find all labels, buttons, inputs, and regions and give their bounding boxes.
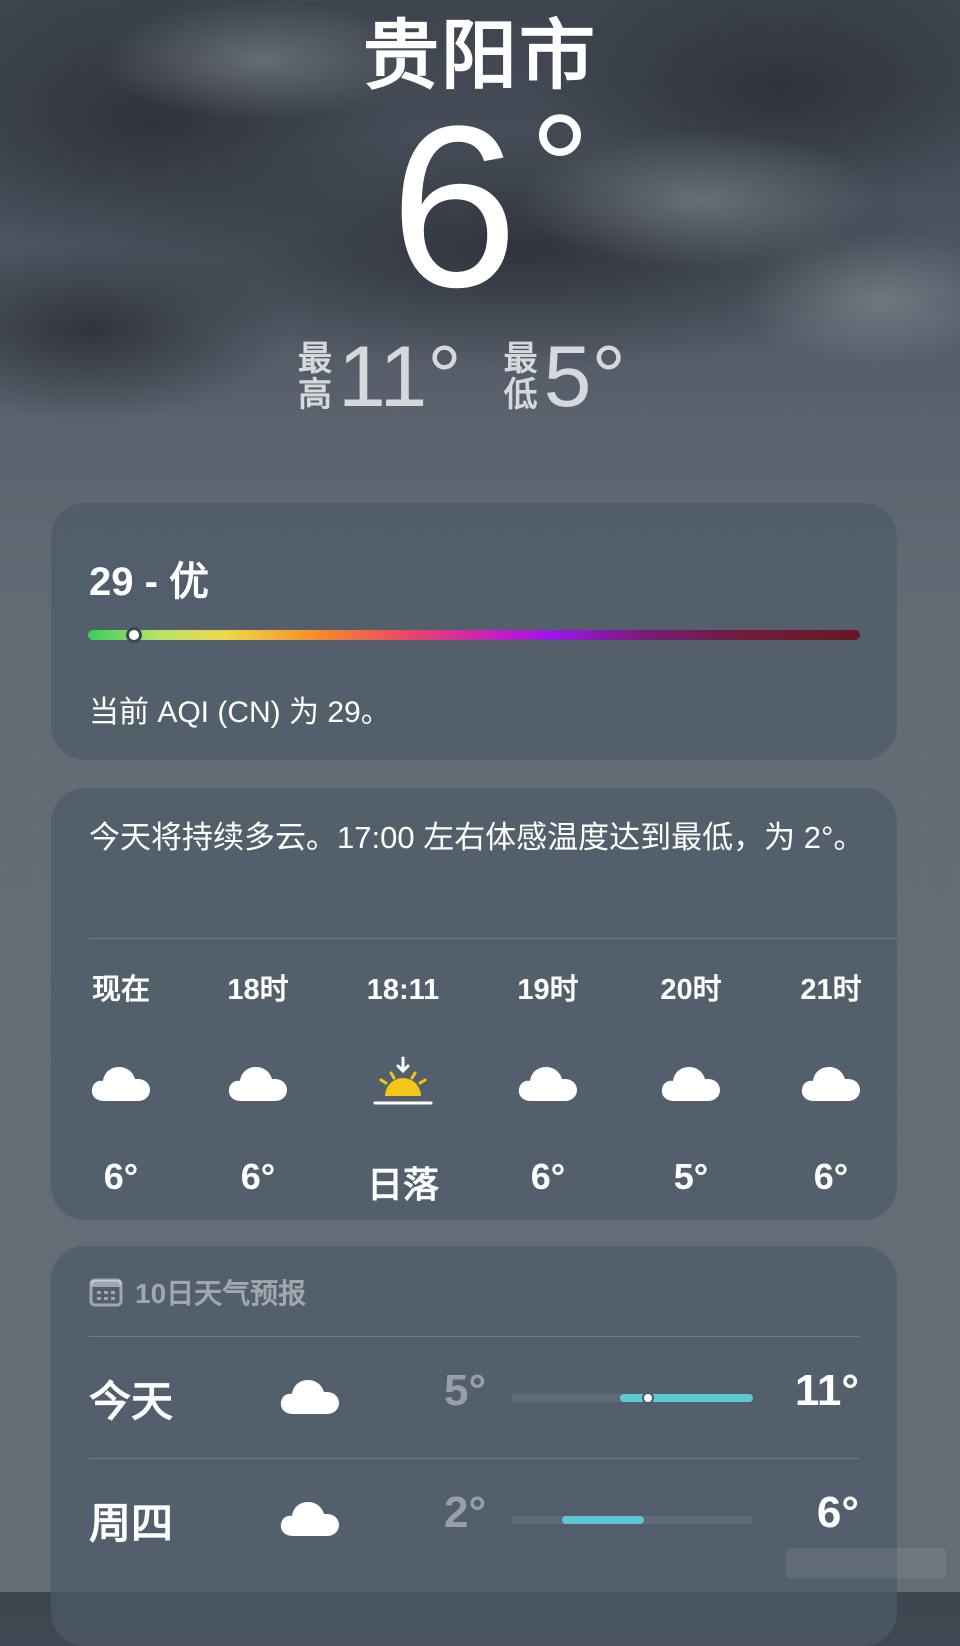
hourly-item: 19时 6° — [478, 958, 618, 1198]
current-temperature-value: 6 — [390, 78, 518, 335]
low-label-char-2: 低 — [503, 376, 538, 414]
aqi-headline: 29 - 优 — [89, 560, 210, 604]
air-quality-card[interactable]: 29 - 优 当前 AQI (CN) 为 29。 — [51, 503, 897, 760]
daily-row[interactable]: 周四 2° 6° — [89, 1460, 859, 1580]
forecast-summary: 今天将持续多云。17:00 左右体感温度达到最低，为 2°。 — [89, 820, 865, 855]
low-label: 最 低 — [504, 341, 538, 413]
current-temperature: 6 ° — [390, 92, 590, 322]
temperature-range-track — [511, 1516, 753, 1524]
calendar-icon — [89, 1278, 123, 1307]
aqi-scale-bar — [88, 627, 860, 643]
hourly-temperature: 6° — [103, 1156, 139, 1197]
hourly-time-label: 20时 — [660, 974, 722, 1006]
cloud-icon — [279, 1374, 341, 1421]
daily-row-divider — [89, 1458, 859, 1459]
hourly-time-label: 现在 — [91, 974, 150, 1006]
hourly-time-label: 18时 — [227, 974, 289, 1006]
hourly-item: 18时 6° — [188, 958, 328, 1198]
hourly-temperature: 日落 — [366, 1164, 439, 1205]
daily-high-temp: 11° — [794, 1366, 859, 1415]
daily-high-temp: 6° — [816, 1488, 859, 1537]
watermark — [786, 1548, 946, 1578]
hourly-time-label: 18:11 — [366, 974, 440, 1006]
high-low-temperatures: 最 高 11° 最 低 5° — [298, 332, 668, 422]
degree-symbol: ° — [530, 83, 590, 251]
daily-row[interactable]: 今天 5° 11° — [89, 1338, 859, 1458]
temperature-range-track — [511, 1392, 753, 1404]
hourly-item: 20时 5° — [621, 958, 761, 1198]
daily-day-label: 周四 — [89, 1500, 174, 1547]
cloud-icon — [621, 1052, 761, 1112]
ten-day-forecast-card[interactable]: 10日天气预报 今天 5° 11° 周四 2° 6° — [51, 1246, 897, 1646]
hourly-temperature: 5° — [673, 1156, 709, 1197]
high-label-char-1: 最 — [298, 340, 332, 378]
high-temperature: 11° — [338, 329, 462, 425]
ten-day-title: 10日天气预报 — [135, 1278, 307, 1309]
cloud-icon — [478, 1052, 618, 1112]
hourly-item: 现在 6° — [51, 958, 191, 1198]
current-weather-header: 贵阳市 6 ° 最 高 11° 最 低 5° — [0, 0, 960, 430]
cloud-icon — [279, 1496, 341, 1543]
aqi-description: 当前 AQI (CN) 为 29。 — [89, 696, 391, 729]
hourly-divider — [89, 938, 897, 939]
hourly-forecast-card[interactable]: 今天将持续多云。17:00 左右体感温度达到最低，为 2°。 现在 6° 18时 6°… — [51, 788, 897, 1220]
high-label: 最 高 — [298, 341, 332, 413]
cloud-icon — [761, 1052, 901, 1112]
aqi-indicator-dot — [126, 627, 143, 643]
temperature-range-bar — [561, 1516, 645, 1524]
hourly-item: 21时 6° — [761, 958, 901, 1198]
hourly-item: 18:11 日落 — [333, 958, 473, 1208]
low-label-char-1: 最 — [503, 340, 538, 378]
ten-day-header: 10日天气预报 — [89, 1272, 306, 1312]
aqi-gradient — [88, 630, 860, 640]
hourly-time-label: 21时 — [800, 974, 862, 1006]
hourly-time-label: 19时 — [517, 974, 579, 1006]
low-temperature: 5° — [543, 329, 626, 425]
high-label-char-2: 高 — [298, 376, 332, 414]
daily-divider-top — [89, 1336, 859, 1337]
sunset-icon — [333, 1052, 473, 1112]
daily-low-temp: 2° — [444, 1488, 487, 1537]
cloud-icon — [51, 1052, 191, 1112]
daily-day-label: 今天 — [89, 1378, 174, 1425]
current-temp-marker — [641, 1392, 654, 1404]
temperature-range-bar — [619, 1394, 753, 1402]
hourly-temperature: 6° — [813, 1156, 849, 1197]
hourly-list[interactable]: 现在 6° 18时 6° 18:11 日落 19时 6° 20时 5° 21时 6° — [51, 958, 897, 1208]
cloud-icon — [188, 1052, 328, 1112]
hourly-temperature: 6° — [240, 1156, 276, 1197]
daily-low-temp: 5° — [444, 1366, 487, 1415]
hourly-temperature: 6° — [530, 1156, 566, 1197]
